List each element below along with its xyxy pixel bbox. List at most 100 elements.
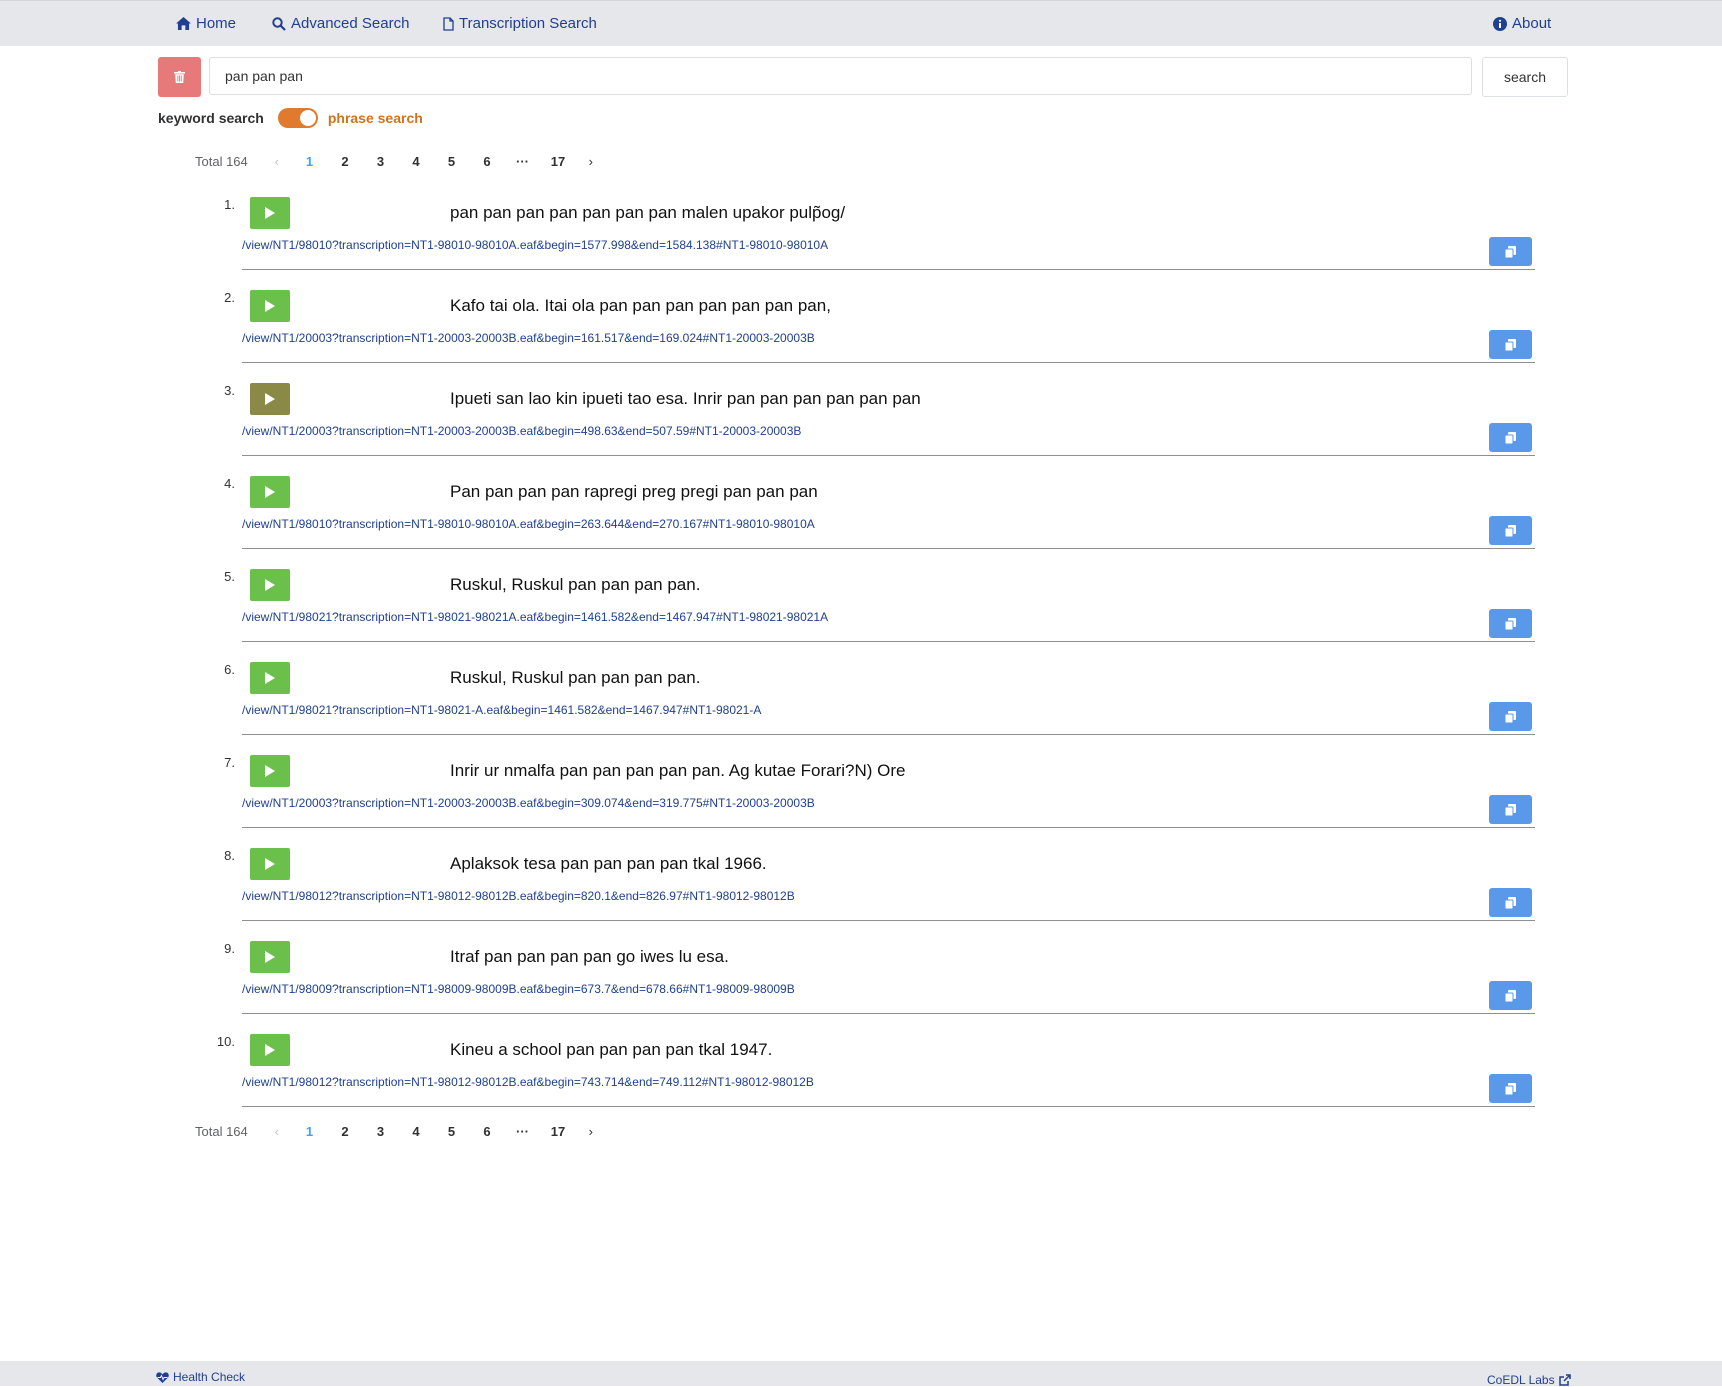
more-pages-ellipsis[interactable]: ··· bbox=[505, 154, 541, 169]
copy-link-button[interactable] bbox=[1489, 330, 1532, 359]
page-button[interactable]: 4 bbox=[398, 1124, 434, 1139]
copy-icon bbox=[1505, 524, 1516, 537]
nav-advanced-search-link[interactable]: Advanced Search bbox=[272, 1, 409, 46]
result-text: Ruskul, Ruskul pan pan pan pan. bbox=[450, 668, 701, 687]
copy-icon bbox=[1505, 896, 1516, 909]
result-link[interactable]: /view/NT1/98012?transcription=NT1-98012-… bbox=[242, 889, 795, 903]
copy-icon bbox=[1505, 431, 1516, 444]
play-icon bbox=[265, 207, 275, 219]
nav-home-link[interactable]: Home bbox=[176, 1, 236, 46]
result-divider bbox=[242, 455, 1535, 456]
play-icon bbox=[265, 765, 275, 777]
play-icon bbox=[265, 300, 275, 312]
page-button[interactable]: 17 bbox=[540, 1124, 576, 1139]
result-link[interactable]: /view/NT1/98010?transcription=NT1-98010-… bbox=[242, 238, 828, 252]
result-divider bbox=[242, 548, 1535, 549]
play-button[interactable] bbox=[250, 290, 290, 322]
more-pages-ellipsis[interactable]: ··· bbox=[505, 1124, 541, 1139]
play-button[interactable] bbox=[250, 569, 290, 601]
next-page-button[interactable]: › bbox=[576, 1124, 606, 1139]
copy-link-button[interactable] bbox=[1489, 888, 1532, 917]
result-link[interactable]: /view/NT1/20003?transcription=NT1-20003-… bbox=[242, 331, 815, 345]
next-page-button[interactable]: › bbox=[576, 154, 606, 169]
result-link[interactable]: /view/NT1/98010?transcription=NT1-98010-… bbox=[242, 517, 815, 531]
copy-link-button[interactable] bbox=[1489, 609, 1532, 638]
result-item: 1. pan pan pan pan pan pan pan malen upa… bbox=[0, 179, 1722, 272]
result-index: 8. bbox=[224, 848, 235, 863]
result-link[interactable]: /view/NT1/98012?transcription=NT1-98012-… bbox=[242, 1075, 814, 1089]
play-icon bbox=[265, 579, 275, 591]
play-button[interactable] bbox=[250, 662, 290, 694]
play-icon bbox=[265, 858, 275, 870]
page-button[interactable]: 1 bbox=[292, 154, 328, 169]
top-navbar: Home Advanced Search Transcription Searc… bbox=[0, 0, 1722, 46]
file-icon bbox=[443, 16, 454, 31]
copy-link-button[interactable] bbox=[1489, 237, 1532, 266]
result-item: 10. Kineu a school pan pan pan pan tkal … bbox=[0, 1016, 1722, 1109]
page-button[interactable]: 3 bbox=[363, 154, 399, 169]
page-button[interactable]: 5 bbox=[434, 154, 470, 169]
external-link-icon bbox=[1558, 1374, 1571, 1386]
result-text: Itraf pan pan pan pan go iwes lu esa. bbox=[450, 947, 729, 966]
copy-icon bbox=[1505, 710, 1516, 723]
result-link[interactable]: /view/NT1/98021?transcription=NT1-98021-… bbox=[242, 703, 761, 717]
page-button[interactable]: 6 bbox=[469, 154, 505, 169]
result-item: 7. Inrir ur nmalfa pan pan pan pan pan. … bbox=[0, 737, 1722, 830]
copy-link-button[interactable] bbox=[1489, 981, 1532, 1010]
copy-icon bbox=[1505, 245, 1516, 258]
footer: Health Check CoEDL Labs bbox=[0, 1361, 1722, 1387]
play-button[interactable] bbox=[250, 197, 290, 229]
result-divider bbox=[242, 269, 1535, 270]
play-button[interactable] bbox=[250, 476, 290, 508]
health-check-link[interactable]: Health Check bbox=[156, 1370, 245, 1384]
page-button[interactable]: 6 bbox=[469, 1124, 505, 1139]
switch-knob bbox=[299, 110, 316, 126]
coedl-labs-link[interactable]: CoEDL Labs bbox=[1487, 1373, 1571, 1387]
result-index: 1. bbox=[224, 197, 235, 212]
copy-link-button[interactable] bbox=[1489, 423, 1532, 452]
page-button[interactable]: 5 bbox=[434, 1124, 470, 1139]
phrase-search-label: phrase search bbox=[327, 110, 423, 126]
result-index: 10. bbox=[216, 1034, 235, 1049]
play-button[interactable] bbox=[250, 383, 290, 415]
copy-link-button[interactable] bbox=[1489, 702, 1532, 731]
clear-search-button[interactable] bbox=[158, 57, 201, 97]
search-input[interactable] bbox=[209, 57, 1472, 95]
result-divider bbox=[242, 827, 1535, 828]
play-icon bbox=[265, 672, 275, 684]
play-button[interactable] bbox=[250, 848, 290, 880]
result-link[interactable]: /view/NT1/20003?transcription=NT1-20003-… bbox=[242, 796, 815, 810]
search-button[interactable]: search bbox=[1482, 57, 1568, 97]
result-index: 4. bbox=[224, 476, 235, 491]
nav-about-link[interactable]: About bbox=[1493, 1, 1551, 46]
prev-page-button[interactable]: ‹ bbox=[262, 1124, 292, 1139]
prev-page-button[interactable]: ‹ bbox=[262, 154, 292, 169]
result-text: Inrir ur nmalfa pan pan pan pan pan. Ag … bbox=[450, 761, 906, 780]
play-button[interactable] bbox=[250, 755, 290, 787]
page-button[interactable]: 4 bbox=[398, 154, 434, 169]
result-link[interactable]: /view/NT1/98021?transcription=NT1-98021-… bbox=[242, 610, 828, 624]
page-button[interactable]: 2 bbox=[327, 154, 363, 169]
search-mode-toggle-row: keyword search phrase search bbox=[158, 106, 423, 130]
result-text: Aplaksok tesa pan pan pan pan tkal 1966. bbox=[450, 854, 767, 873]
play-button[interactable] bbox=[250, 1034, 290, 1066]
play-button[interactable] bbox=[250, 941, 290, 973]
pagination-total: Total 164 bbox=[195, 1123, 248, 1139]
keyword-search-label: keyword search bbox=[158, 110, 264, 126]
play-icon bbox=[265, 1044, 275, 1056]
page-button[interactable]: 1 bbox=[292, 1124, 328, 1139]
result-link[interactable]: /view/NT1/98009?transcription=NT1-98009-… bbox=[242, 982, 795, 996]
result-index: 9. bbox=[224, 941, 235, 956]
copy-link-button[interactable] bbox=[1489, 516, 1532, 545]
nav-transcription-search-link[interactable]: Transcription Search bbox=[443, 1, 597, 46]
result-link[interactable]: /view/NT1/20003?transcription=NT1-20003-… bbox=[242, 424, 801, 438]
page-button[interactable]: 17 bbox=[540, 154, 576, 169]
search-icon bbox=[272, 16, 286, 31]
copy-link-button[interactable] bbox=[1489, 1074, 1532, 1103]
copy-icon bbox=[1505, 617, 1516, 630]
page-button[interactable]: 2 bbox=[327, 1124, 363, 1139]
search-mode-switch[interactable] bbox=[277, 108, 318, 128]
page-button[interactable]: 3 bbox=[363, 1124, 399, 1139]
copy-link-button[interactable] bbox=[1489, 795, 1532, 824]
result-item: 5. Ruskul, Ruskul pan pan pan pan. /view… bbox=[0, 551, 1722, 644]
